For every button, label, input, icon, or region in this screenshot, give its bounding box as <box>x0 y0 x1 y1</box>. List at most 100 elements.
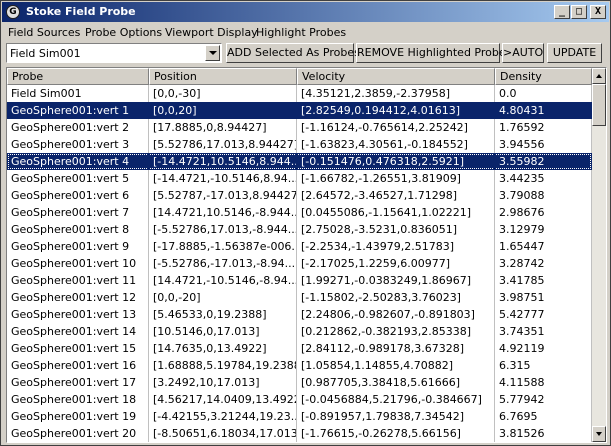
column-header-position[interactable]: Position <box>149 68 297 85</box>
cell-density: 3.12979 <box>495 221 592 238</box>
cell-probe: GeoSphere001:vert 3 <box>7 136 149 153</box>
table-row[interactable]: GeoSphere001:vert 11 [14.4721,-10.5146,-8… <box>7 272 592 289</box>
dropdown-arrow-button[interactable] <box>205 45 220 61</box>
table-row[interactable]: GeoSphere001:vert 3 [5.52786,17.013,8.944… <box>7 136 592 153</box>
cell-velocity: [0.0455086,-1.15641,1.02221] <box>297 204 495 221</box>
cell-probe: GeoSphere001:vert 20 <box>7 425 149 442</box>
cell-position: [17.8885,0,8.94427] <box>149 119 297 136</box>
cell-density: 4.80431 <box>495 102 592 119</box>
table-row[interactable]: GeoSphere001:vert 12 [0,0,-20] [-1.15802,-… <box>7 289 592 306</box>
cell-position: [3.2492,10,17.013] <box>149 374 297 391</box>
table-row[interactable]: GeoSphere001:vert 16 [1.68888,5.19784,19.… <box>7 357 592 374</box>
column-header-probe[interactable]: Probe <box>7 68 149 85</box>
cell-probe: GeoSphere001:vert 13 <box>7 306 149 323</box>
table-row[interactable]: GeoSphere001:vert 15 [14.7635,0,13.4922][… <box>7 340 592 357</box>
table-row[interactable]: GeoSphere001:vert 18 [4.56217,14.0409,13.… <box>7 391 592 408</box>
cell-velocity: [2.64572,-3.46527,1.71298] <box>297 187 495 204</box>
cell-probe: GeoSphere001:vert 1 <box>7 102 149 119</box>
table-row[interactable]: GeoSphere001:vert 2 [17.8885,0,8.94427] [-… <box>7 119 592 136</box>
table-row[interactable]: GeoSphere001:vert 4 [-14.4721,10.5146,8.9… <box>7 153 592 170</box>
menu-probe-options[interactable]: Probe Options <box>85 26 162 39</box>
scroll-down-button[interactable] <box>592 426 606 442</box>
cell-velocity: [2.75028,-3.5231,0.836051] <box>297 221 495 238</box>
cell-density: 3.55982 <box>495 153 592 170</box>
cell-density: 3.74351 <box>495 323 592 340</box>
cell-position: [5.52787,-17.013,8.94427] <box>149 187 297 204</box>
table-row[interactable]: GeoSphere001:vert 19 [-4.42155,3.21244,19… <box>7 408 592 425</box>
cell-velocity: [-1.15802,-2.50283,3.76023] <box>297 289 495 306</box>
cell-density: 4.92119 <box>495 340 592 357</box>
cell-position: [-14.4721,-10.5146,8.94... <box>149 170 297 187</box>
cell-probe: GeoSphere001:vert 17 <box>7 374 149 391</box>
cell-probe: GeoSphere001:vert 9 <box>7 238 149 255</box>
scroll-up-button[interactable] <box>592 68 606 84</box>
table-row[interactable]: GeoSphere001:vert 8 [-5.52786,17.013,-8.9… <box>7 221 592 238</box>
cell-position: [1.68888,5.19784,19.2388] <box>149 357 297 374</box>
cell-position: [10.5146,0,17.013] <box>149 323 297 340</box>
cell-probe: GeoSphere001:vert 15 <box>7 340 149 357</box>
cell-velocity: [0.212862,-0.382193,2.85338] <box>297 323 495 340</box>
menu-field-sources[interactable]: Field Sources <box>8 26 80 39</box>
cell-position: [14.7635,0,13.4922] <box>149 340 297 357</box>
table-row[interactable]: GeoSphere001:vert 9 [-17.8885,-1.56387e-0… <box>7 238 592 255</box>
column-header-velocity[interactable]: Velocity <box>297 68 495 85</box>
close-button[interactable]: X <box>590 5 606 19</box>
chevron-down-icon <box>209 51 217 55</box>
stoke-field-probe-window: G Stoke Field Probe _ □ X Field Sources … <box>0 0 611 446</box>
table-row[interactable]: GeoSphere001:vert 13 [5.46533,0,19.2388][… <box>7 306 592 323</box>
cell-position: [14.4721,-10.5146,-8.94... <box>149 272 297 289</box>
cell-density: 3.79088 <box>495 187 592 204</box>
probe-table: Probe Position Velocity Density Field Si… <box>6 67 607 443</box>
cell-probe: GeoSphere001:vert 6 <box>7 187 149 204</box>
table-body: Field Sim001 [0,0,-30] [4.35121,2.3859,-2.… <box>7 85 592 442</box>
cell-density: 5.42777 <box>495 306 592 323</box>
table-row[interactable]: GeoSphere001:vert 17 [3.2492,10,17.013] [0… <box>7 374 592 391</box>
field-source-value: Field Sim001 <box>10 47 81 60</box>
menu-highlight-probes[interactable]: Highlight Probes <box>256 26 346 39</box>
cell-position: [-14.4721,10.5146,8.944... <box>149 153 297 170</box>
cell-probe: GeoSphere001:vert 8 <box>7 221 149 238</box>
cell-position: [5.46533,0,19.2388] <box>149 306 297 323</box>
table-row[interactable]: GeoSphere001:vert 5 [-14.4721,-10.5146,8.… <box>7 170 592 187</box>
table-row[interactable]: GeoSphere001:vert 10 [-5.52786,-17.013,-8… <box>7 255 592 272</box>
cell-probe: Field Sim001 <box>7 85 149 102</box>
scrollbar-thumb[interactable] <box>592 84 606 126</box>
cell-velocity: [2.82549,0.194412,4.01613] <box>297 102 495 119</box>
cell-probe: GeoSphere001:vert 4 <box>7 153 149 170</box>
cell-position: [-4.42155,3.21244,19.23... <box>149 408 297 425</box>
table-header: Probe Position Velocity Density <box>7 68 592 85</box>
table-row[interactable]: GeoSphere001:vert 1 [0,0,20] [2.82549,0.19… <box>7 102 592 119</box>
cell-velocity: [-0.151476,0.476318,2.5921] <box>297 153 495 170</box>
minimize-button[interactable]: _ <box>554 5 570 19</box>
cell-probe: GeoSphere001:vert 12 <box>7 289 149 306</box>
column-header-density[interactable]: Density <box>495 68 592 85</box>
maximize-button[interactable]: □ <box>571 5 587 19</box>
title-bar[interactable]: G Stoke Field Probe _ □ X <box>2 2 609 22</box>
cell-velocity: [-1.76615,-0.26278,5.66156] <box>297 425 495 442</box>
table-row[interactable]: GeoSphere001:vert 7 [14.4721,10.5146,-8.9… <box>7 204 592 221</box>
cell-velocity: [-2.2534,-1.43979,2.51783] <box>297 238 495 255</box>
cell-density: 5.77942 <box>495 391 592 408</box>
cell-density: 1.76592 <box>495 119 592 136</box>
remove-highlighted-probes-button[interactable]: REMOVE Highlighted Probes <box>356 43 511 63</box>
cell-velocity: [-1.63823,4.30561,-0.184552] <box>297 136 495 153</box>
table-row[interactable]: GeoSphere001:vert 6 [5.52787,-17.013,8.94… <box>7 187 592 204</box>
cell-position: [-8.50651,6.18034,17.013] <box>149 425 297 442</box>
table-row[interactable]: GeoSphere001:vert 20 [-8.50651,6.18034,17… <box>7 425 592 442</box>
cell-density: 1.65447 <box>495 238 592 255</box>
cell-density: 2.98676 <box>495 204 592 221</box>
app-icon[interactable]: G <box>6 5 20 19</box>
add-selected-probes-button[interactable]: ADD Selected As Probes <box>226 43 360 63</box>
menu-viewport-display[interactable]: Viewport Display <box>165 26 258 39</box>
auto-button[interactable]: >AUTO <box>502 43 544 63</box>
cell-probe: GeoSphere001:vert 14 <box>7 323 149 340</box>
table-row[interactable]: GeoSphere001:vert 14 [10.5146,0,17.013] [0… <box>7 323 592 340</box>
vertical-scrollbar[interactable] <box>592 68 606 442</box>
cell-velocity: [2.84112,-0.989178,3.67328] <box>297 340 495 357</box>
table-row[interactable]: Field Sim001 [0,0,-30] [4.35121,2.3859,-2.… <box>7 85 592 102</box>
cell-position: [-5.52786,-17.013,-8.94... <box>149 255 297 272</box>
cell-probe: GeoSphere001:vert 18 <box>7 391 149 408</box>
update-button[interactable]: UPDATE <box>547 43 602 63</box>
cell-position: [4.56217,14.0409,13.4922] <box>149 391 297 408</box>
field-source-dropdown[interactable]: Field Sim001 <box>6 43 222 63</box>
